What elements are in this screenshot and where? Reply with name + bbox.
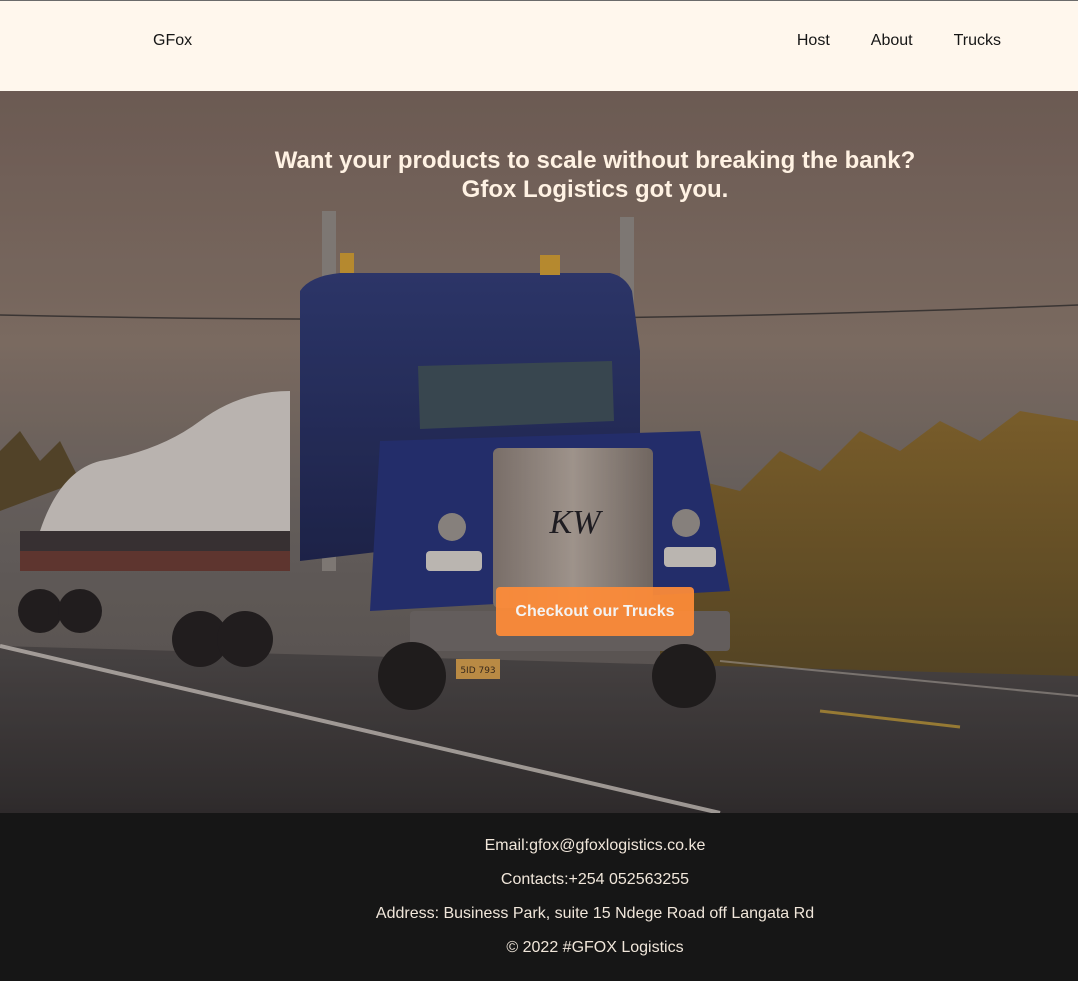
site-logo[interactable]: GFox (153, 32, 192, 50)
nav-link-host[interactable]: Host (797, 32, 830, 50)
footer-email: Email:gfox@gfoxlogistics.co.ke (484, 837, 706, 854)
hero-title-line-1: Want your products to scale without brea… (274, 147, 916, 174)
nav-link-about[interactable]: About (871, 32, 913, 50)
hero-section: KW 5ID 793 Want your products to scale w… (0, 91, 1078, 813)
hero-title-line-2: Gfox Logistics got you. (461, 176, 729, 203)
hero-title: Want your products to scale without brea… (0, 146, 1078, 204)
nav-link-trucks[interactable]: Trucks (954, 32, 1001, 50)
site-header: GFox Host About Trucks (0, 0, 1078, 91)
site-footer: Email:gfox@gfoxlogistics.co.ke Contacts:… (0, 813, 1078, 981)
footer-address: Address: Business Park, suite 15 Ndege R… (375, 905, 815, 922)
main-nav: Host About Trucks (756, 32, 1001, 50)
footer-copyright: © 2022 #GFOX Logistics (506, 939, 684, 956)
footer-contacts: Contacts:+254 052563255 (500, 871, 690, 888)
checkout-trucks-button[interactable]: Checkout our Trucks (496, 587, 694, 636)
